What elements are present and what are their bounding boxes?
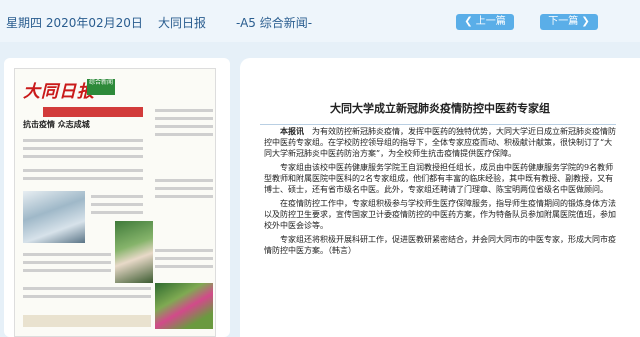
masthead-logo: 大同日报	[23, 82, 95, 102]
newspaper-page-thumbnail[interactable]: 大同日报 综合新闻 抗击疫情 众志成城	[14, 68, 216, 337]
text-line	[155, 133, 213, 136]
text-line	[155, 179, 213, 182]
article-lead-label: 本报讯	[280, 126, 304, 136]
text-line	[91, 195, 143, 198]
title-divider	[260, 124, 616, 125]
issue-date: 星期四 2020年02月20日	[6, 16, 143, 30]
section-badge: 综合新闻	[87, 79, 115, 95]
prev-article-label: 上一篇	[475, 16, 506, 27]
top-bar: 星期四 2020年02月20日 大同日报 -A5 综合新闻- ❮ 上一篇 下一篇…	[0, 0, 640, 42]
text-line	[23, 147, 143, 150]
prev-article-button[interactable]: ❮ 上一篇	[456, 14, 514, 30]
article-paragraph: 专家组由该校中医药健康服务学院王自润教授担任组长，成员由中医药健康服务学院的9名…	[264, 163, 614, 194]
text-line	[155, 195, 213, 198]
lead-headline: 抗击疫情 众志成城	[23, 120, 90, 129]
paragraph-text: 为有效防控新冠肺炎疫情，发挥中医药的独特优势，大同大学近日成立新冠肺炎疫情防控中…	[264, 127, 616, 158]
text-line	[155, 125, 213, 128]
text-line	[155, 257, 213, 260]
section-label[interactable]: -A5 综合新闻-	[236, 14, 312, 31]
text-line	[23, 253, 111, 256]
text-line	[23, 295, 151, 298]
article-paragraph: 本报讯 为有效防控新冠肺炎疫情，发挥中医药的独特优势，大同大学近日成立新冠肺炎疫…	[264, 126, 616, 159]
text-line	[23, 177, 143, 180]
article-body: 本报讯 为有效防控新冠肺炎疫情，发挥中医药的独特优势，大同大学近日成立新冠肺炎疫…	[264, 126, 616, 259]
article-paragraph: 专家组还将积极开展科研工作，促进医教研紧密结合，并会同大同市的中医专家，形成大同…	[264, 235, 616, 255]
article-panel: 大同大学成立新冠肺炎疫情防控中医药专家组 本报讯 为有效防控新冠肺炎疫情，发挥中…	[240, 58, 640, 337]
chevron-right-icon: ❯	[581, 16, 590, 27]
text-line	[91, 203, 143, 206]
news-photo	[155, 283, 213, 329]
text-line	[91, 211, 143, 214]
text-line	[23, 139, 143, 142]
text-line	[155, 265, 213, 268]
text-line	[23, 261, 111, 264]
text-line	[23, 269, 111, 272]
text-line	[155, 117, 213, 120]
masthead-text	[123, 79, 213, 93]
chevron-left-icon: ❮	[464, 16, 473, 27]
text-line	[23, 155, 143, 158]
news-photo	[23, 191, 85, 243]
headline-banner	[43, 107, 143, 117]
article-title: 大同大学成立新冠肺炎疫情防控中医药专家组	[330, 102, 550, 115]
paper-name[interactable]: 大同日报	[158, 14, 206, 31]
text-line	[23, 169, 143, 172]
news-photo	[115, 221, 153, 283]
next-article-label: 下一篇	[548, 16, 579, 27]
text-line	[155, 249, 213, 252]
page-advertisement	[23, 315, 151, 327]
text-line	[155, 187, 213, 190]
page-thumbnail-panel: 大同日报 综合新闻 抗击疫情 众志成城	[4, 58, 230, 337]
text-line	[23, 287, 151, 290]
text-line	[155, 109, 213, 112]
next-article-button[interactable]: 下一篇 ❯	[540, 14, 598, 30]
article-paragraph: 在疫情防控工作中，专家组积极参与学校师生医疗保障服务，指导师生疫情期间的锻炼身体…	[264, 199, 616, 230]
